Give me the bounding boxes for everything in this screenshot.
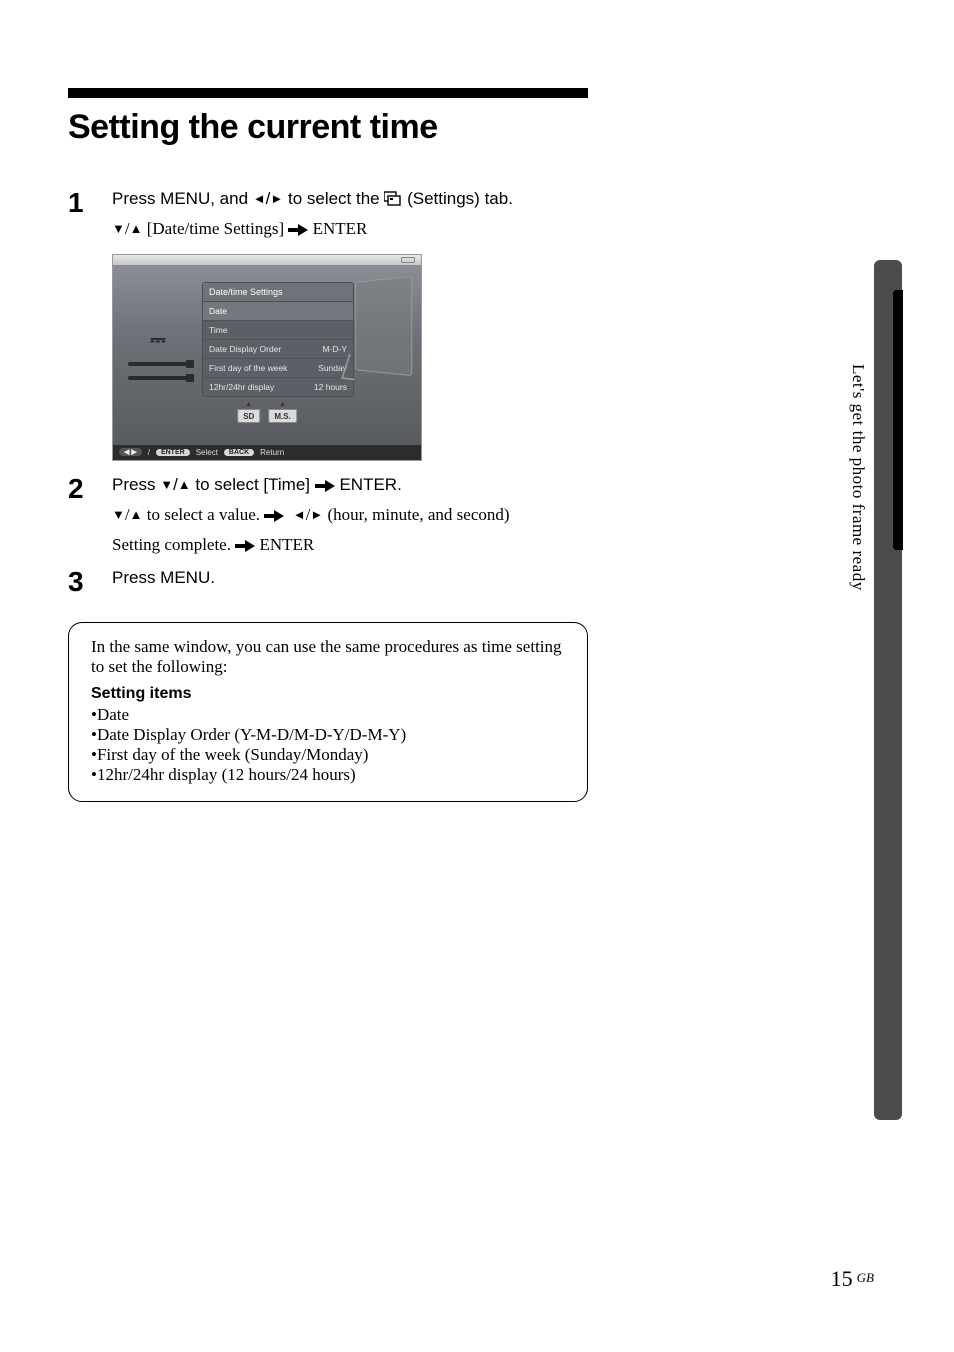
screenshot-topbar <box>113 255 421 265</box>
step-1: 1 Press MENU, and ◄/► to select the (Set… <box>68 187 886 242</box>
page-region: GB <box>857 1270 874 1285</box>
info-item: First day of the week (Sunday/Monday) <box>91 745 565 765</box>
info-item: Date Display Order (Y-M-D/M-D-Y/D-M-Y) <box>91 725 565 745</box>
step-3: 3 Press MENU. <box>68 566 886 596</box>
nav-pill: ◀ ▶ <box>119 448 142 456</box>
hint-slash: / <box>148 448 150 457</box>
page-title: Setting the current time <box>68 108 588 147</box>
info-item: 12hr/24hr display (12 hours/24 hours) <box>91 765 565 785</box>
menu-row-first-day: First day of the weekSunday <box>203 358 353 377</box>
step-1-lead-c: (Settings) tab. <box>402 189 513 208</box>
step-2-lead: Press ▼/▲ to select [Time] ENTER. <box>112 473 886 498</box>
step-1-sub: ▼/▲ [Date/time Settings] ENTER <box>112 216 886 242</box>
photoframe-outline-icon <box>355 276 412 376</box>
left-arrow-icon: ◄ <box>253 191 266 206</box>
settings-tab-icon <box>384 189 402 205</box>
step-3-lead: Press MENU. <box>112 566 886 591</box>
step-2-sub1: ▼/▲ to select a value. ◄/► (hour, minute… <box>112 502 886 528</box>
step-1-sub-b: ENTER <box>308 219 367 238</box>
down-arrow-icon: ▼ <box>112 221 125 236</box>
device-screenshot: ⎓ Date/time Settings Date Time Date Disp… <box>112 254 422 461</box>
ms-slot-icon: M.S. <box>268 409 296 423</box>
menu-row-12-24: 12hr/24hr display12 hours <box>203 377 353 396</box>
step-1-lead: Press MENU, and ◄/► to select the (Setti… <box>112 187 886 212</box>
back-pill: BACK <box>224 449 254 456</box>
then-arrow-icon <box>235 541 255 551</box>
up-arrow-icon: ▲ <box>130 507 143 522</box>
step-2-lead-a: Press <box>112 475 160 494</box>
step-2-sub2-a: Setting complete. <box>112 535 235 554</box>
step-2-lead-b: to select [Time] <box>191 475 315 494</box>
up-arrow-icon: ▲ <box>130 221 143 236</box>
step-1-number: 1 <box>68 187 112 217</box>
right-arrow-icon: ► <box>310 507 323 522</box>
section-tab-label: Let's get the photo frame ready <box>848 364 868 591</box>
hint-return: Return <box>260 448 284 457</box>
cable-icon <box>128 362 188 366</box>
section-thumb-tab <box>874 260 902 1120</box>
step-2-lead-c: ENTER. <box>335 475 402 494</box>
step-3-number: 3 <box>68 566 112 596</box>
sd-slot-icon: SD <box>237 409 260 423</box>
menu-row-date: Date <box>203 301 353 320</box>
usb-icon: ⎓ <box>150 330 165 352</box>
up-arrow-icon: ▲ <box>178 477 191 492</box>
left-arrow-icon: ◄ <box>293 507 306 522</box>
step-2-sub1-b: (hour, minute, and second) <box>323 505 509 524</box>
hint-select: Select <box>196 448 218 457</box>
step-2-sub2-b: ENTER <box>255 535 314 554</box>
menu-row-time: Time <box>203 320 353 339</box>
card-slots: SD M.S. <box>237 409 297 423</box>
step-1-lead-a: Press MENU, and <box>112 189 253 208</box>
section-thumb-notch <box>893 290 903 550</box>
menu-row-date-order: Date Display OrderM-D-Y <box>203 339 353 358</box>
info-list: Date Date Display Order (Y-M-D/M-D-Y/D-M… <box>91 705 565 785</box>
screenshot-hintbar: ◀ ▶ / ENTER Select BACK Return <box>113 445 421 460</box>
settings-menu: Date/time Settings Date Time Date Displa… <box>203 283 353 396</box>
step-2: 2 Press ▼/▲ to select [Time] ENTER. ▼/▲ … <box>68 473 886 558</box>
setting-items-box: In the same window, you can use the same… <box>68 622 588 802</box>
battery-icon <box>401 257 415 263</box>
title-rule-block: Setting the current time <box>68 88 588 147</box>
cable-icon <box>128 376 188 380</box>
settings-menu-header: Date/time Settings <box>203 283 353 301</box>
step-2-sub2: Setting complete. ENTER <box>112 532 886 558</box>
page-footer: 15 GB <box>831 1266 874 1292</box>
enter-pill: ENTER <box>156 449 190 456</box>
step-2-number: 2 <box>68 473 112 503</box>
page-number: 15 <box>831 1266 853 1291</box>
info-heading: Setting items <box>91 685 565 703</box>
down-arrow-icon: ▼ <box>112 507 125 522</box>
down-arrow-icon: ▼ <box>160 477 173 492</box>
right-arrow-icon: ► <box>270 191 283 206</box>
step-1-lead-b: to select the <box>283 189 384 208</box>
info-item: Date <box>91 705 565 725</box>
then-arrow-icon <box>288 225 308 235</box>
info-intro: In the same window, you can use the same… <box>91 637 565 677</box>
then-arrow-icon <box>264 511 284 521</box>
screenshot-left-ports: ⎓ <box>113 265 203 445</box>
step-1-sub-a: [Date/time Settings] <box>142 219 288 238</box>
then-arrow-icon <box>315 481 335 491</box>
step-2-sub1-a: to select a value. <box>142 505 264 524</box>
